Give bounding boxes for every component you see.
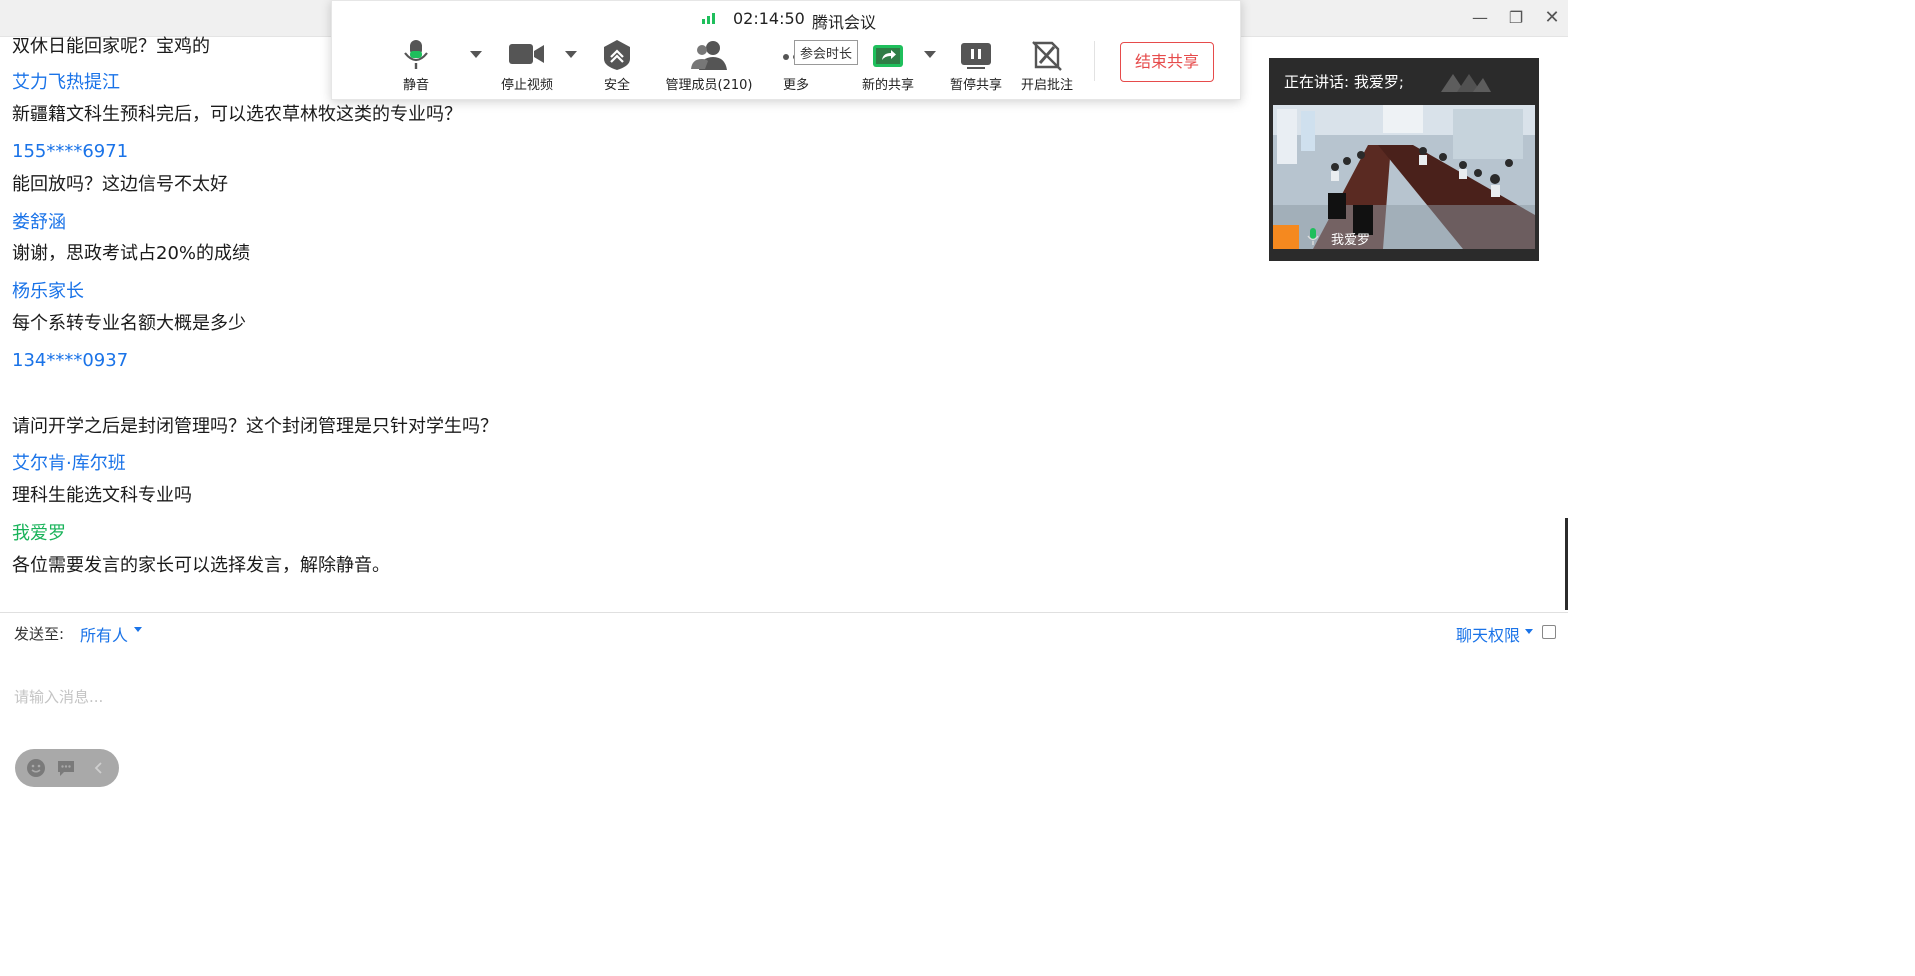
annotate-label: 开启批注 <box>1020 78 1073 93</box>
tencent-meeting-logo <box>1441 74 1491 92</box>
chat-scrollbar[interactable] <box>1565 518 1568 610</box>
chat-permission-dropdown[interactable]: 聊天权限 <box>1456 622 1520 646</box>
message-sender[interactable]: 娄舒涵 <box>12 208 66 234</box>
mic-icon <box>404 40 428 69</box>
popout-icon[interactable] <box>1542 625 1556 639</box>
mic-icon <box>1307 228 1319 245</box>
video-camera-icon <box>509 44 544 64</box>
message-text: 新疆籍文科生预科完后，可以选农草林牧这类的专业吗？ <box>12 104 462 125</box>
message-input[interactable] <box>12 651 1556 743</box>
message-text: 每个系转专业名额大概是多少 <box>12 313 246 334</box>
stop-video-button[interactable]: 停止视频 <box>477 39 577 95</box>
manage-members-label: 管理成员(210) <box>665 78 753 93</box>
collapse-icon[interactable] <box>89 758 109 778</box>
speaker-video-panel[interactable]: 正在讲话: 我爱罗; 我爱罗 <box>1269 58 1539 261</box>
new-share-label: 新的共享 <box>861 78 914 93</box>
message-text: 谢谢，思政考试占20%的成绩 <box>12 243 251 264</box>
message-sender[interactable]: 艾力飞热提江 <box>12 68 120 94</box>
message-sender[interactable]: 杨乐家长 <box>12 277 84 303</box>
message-sender[interactable]: 艾尔肯·库尔班 <box>12 449 126 475</box>
security-button[interactable]: 安全 <box>567 39 667 95</box>
quick-reply-icon[interactable] <box>56 758 76 778</box>
chevron-down-icon[interactable] <box>134 627 142 632</box>
stop-video-label: 停止视频 <box>500 78 553 93</box>
new-share-button[interactable]: 新的共享 <box>838 39 938 95</box>
annotate-button[interactable]: 开启批注 <box>997 39 1097 95</box>
message-text: 双休日能回家呢？宝鸡的 <box>12 36 210 57</box>
message-sender-self[interactable]: 我爱罗 <box>12 519 66 545</box>
send-to-dropdown[interactable]: 所有人 <box>80 622 128 646</box>
manage-members-button[interactable]: 管理成员(210) <box>659 39 759 95</box>
shield-icon <box>604 40 630 70</box>
annotate-icon <box>1032 41 1062 71</box>
chat-tools-pill <box>15 749 119 787</box>
emoji-icon[interactable] <box>26 758 46 778</box>
message-sender[interactable]: 134****0937 <box>12 350 128 371</box>
meeting-toolbar: 02:14:50 腾讯会议 静音 停止视频 安全 管理成员(210) 更多 参会… <box>331 0 1241 100</box>
mute-button[interactable]: 静音 <box>366 39 466 95</box>
message-sender[interactable]: 155****6971 <box>12 141 128 162</box>
mute-label: 静音 <box>402 78 429 93</box>
security-label: 安全 <box>603 78 630 93</box>
message-text: 理科生能选文科专业吗 <box>12 485 192 506</box>
end-share-button[interactable]: 结束共享 <box>1120 42 1214 82</box>
speaking-indicator: 正在讲话: 我爱罗; <box>1284 73 1404 91</box>
avatar <box>1273 225 1299 249</box>
signal-strength-icon <box>702 13 715 24</box>
participant-name: 我爱罗 <box>1331 233 1371 248</box>
message-text: 能回放吗？这边信号不太好 <box>12 174 228 195</box>
share-icon <box>873 45 903 67</box>
message-text: 各位需要发言的家长可以选择发言，解除静音。 <box>12 555 390 576</box>
chevron-down-icon[interactable] <box>1525 629 1533 634</box>
pause-icon <box>961 43 991 69</box>
restore-icon[interactable]: ❐ <box>1499 6 1533 30</box>
message-text: 请问开学之后是封闭管理吗？这个封闭管理是只针对学生吗？ <box>12 416 498 437</box>
members-icon <box>691 41 727 70</box>
app-name: 腾讯会议 <box>812 13 877 32</box>
minimize-icon[interactable]: — <box>1463 6 1497 30</box>
toolbar-divider <box>1094 41 1095 81</box>
send-to-label: 发送至: <box>14 625 65 643</box>
more-label: 更多 <box>782 78 809 93</box>
chat-composer: 发送至: 所有人 聊天权限 <box>0 612 1568 800</box>
close-icon[interactable]: ✕ <box>1535 6 1569 30</box>
meeting-timer: 02:14:50 <box>733 9 805 28</box>
